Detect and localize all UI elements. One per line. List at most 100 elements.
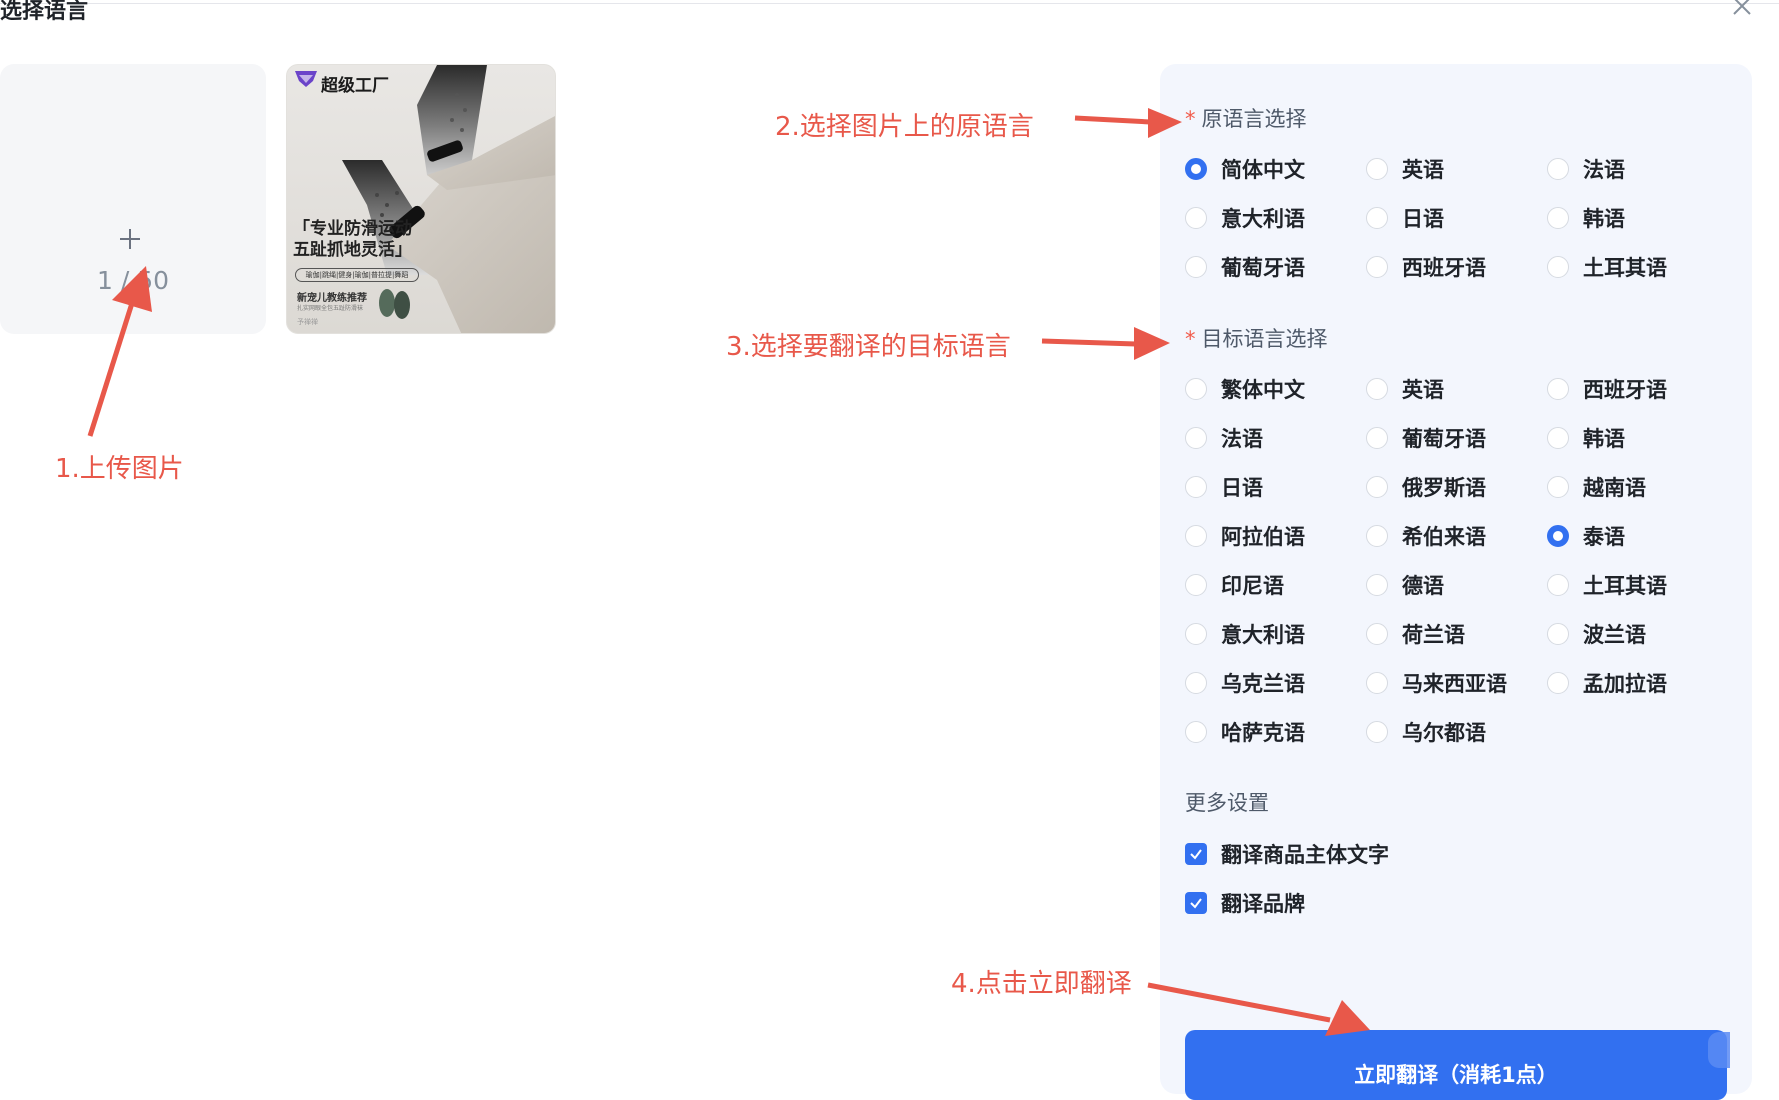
radio-button[interactable]: [1547, 256, 1569, 278]
target-language-option[interactable]: 荷兰语: [1366, 620, 1465, 648]
checkmark-icon: [1190, 898, 1202, 909]
radio-label: 泰语: [1583, 525, 1625, 549]
radio-label: 西班牙语: [1583, 378, 1667, 402]
radio-label: 意大利语: [1221, 207, 1305, 231]
radio-label: 简体中文: [1221, 158, 1305, 182]
radio-button[interactable]: [1547, 427, 1569, 449]
source-language-option[interactable]: 简体中文: [1185, 155, 1305, 183]
radio-button[interactable]: [1185, 256, 1207, 278]
radio-button[interactable]: [1547, 158, 1569, 180]
target-language-option[interactable]: 韩语: [1547, 424, 1625, 452]
source-language-option[interactable]: 法语: [1547, 155, 1625, 183]
radio-button[interactable]: [1547, 378, 1569, 400]
target-language-option[interactable]: 英语: [1366, 375, 1444, 403]
radio-button[interactable]: [1185, 378, 1207, 400]
target-language-option[interactable]: 泰语: [1547, 522, 1625, 550]
radio-label: 日语: [1221, 476, 1263, 500]
arrow-step3: [1041, 327, 1170, 360]
checkbox[interactable]: [1185, 843, 1207, 865]
checkbox-label: 翻译品牌: [1221, 892, 1305, 916]
radio-button[interactable]: [1366, 721, 1388, 743]
source-language-title: * 原语言选择: [1185, 103, 1307, 133]
radio-label: 马来西亚语: [1402, 672, 1507, 696]
radio-button[interactable]: [1366, 207, 1388, 229]
radio-button[interactable]: [1547, 476, 1569, 498]
floating-help-tab[interactable]: [1708, 1032, 1730, 1068]
annotation-step2: 2.选择图片上的原语言: [775, 112, 1034, 142]
radio-button[interactable]: [1547, 672, 1569, 694]
radio-button[interactable]: [1366, 158, 1388, 180]
radio-button[interactable]: [1185, 623, 1207, 645]
radio-label: 乌克兰语: [1221, 672, 1305, 696]
translate-now-button[interactable]: 立即翻译（消耗1点）: [1185, 1030, 1727, 1100]
radio-label: 法语: [1583, 158, 1625, 182]
radio-button[interactable]: [1366, 672, 1388, 694]
target-language-option[interactable]: 波兰语: [1547, 620, 1646, 648]
more-settings-checkbox[interactable]: 翻译品牌: [1185, 889, 1305, 917]
source-language-option[interactable]: 西班牙语: [1366, 253, 1486, 281]
target-language-option[interactable]: 越南语: [1547, 473, 1646, 501]
upload-image-button[interactable]: 1 / 50: [0, 64, 266, 334]
radio-button[interactable]: [1366, 525, 1388, 547]
radio-button[interactable]: [1547, 207, 1569, 229]
radio-button[interactable]: [1185, 672, 1207, 694]
required-mark: *: [1185, 327, 1196, 351]
target-language-option[interactable]: 印尼语: [1185, 571, 1284, 599]
target-language-option[interactable]: 日语: [1185, 473, 1263, 501]
target-language-option[interactable]: 繁体中文: [1185, 375, 1305, 403]
radio-button[interactable]: [1547, 574, 1569, 596]
radio-button[interactable]: [1366, 378, 1388, 400]
radio-label: 法语: [1221, 427, 1263, 451]
radio-button[interactable]: [1185, 721, 1207, 743]
radio-label: 孟加拉语: [1583, 672, 1667, 696]
radio-button[interactable]: [1366, 623, 1388, 645]
radio-button[interactable]: [1185, 525, 1207, 547]
target-language-option[interactable]: 法语: [1185, 424, 1263, 452]
radio-button[interactable]: [1185, 158, 1207, 180]
source-language-option[interactable]: 日语: [1366, 204, 1444, 232]
radio-button[interactable]: [1547, 525, 1569, 547]
plus-icon: [120, 229, 140, 249]
target-language-title: * 目标语言选择: [1185, 323, 1328, 353]
radio-label: 哈萨克语: [1221, 721, 1305, 745]
more-settings-checkbox[interactable]: 翻译商品主体文字: [1185, 840, 1389, 868]
target-language-option[interactable]: 俄罗斯语: [1366, 473, 1486, 501]
target-language-option[interactable]: 哈萨克语: [1185, 718, 1305, 746]
radio-button[interactable]: [1366, 427, 1388, 449]
dialog-title: 选择语言: [0, 0, 89, 24]
source-language-option[interactable]: 葡萄牙语: [1185, 253, 1305, 281]
radio-button[interactable]: [1185, 427, 1207, 449]
target-language-option[interactable]: 希伯来语: [1366, 522, 1486, 550]
radio-label: 乌尔都语: [1402, 721, 1486, 745]
radio-label: 土耳其语: [1583, 574, 1667, 598]
target-language-option[interactable]: 西班牙语: [1547, 375, 1667, 403]
thumbnail-heading-line1: 「专业防滑运动: [293, 219, 412, 239]
radio-button[interactable]: [1366, 574, 1388, 596]
radio-button[interactable]: [1547, 623, 1569, 645]
target-language-option[interactable]: 葡萄牙语: [1366, 424, 1486, 452]
thumbnail-heading: 「专业防滑运动 五趾抓地灵活」: [293, 219, 433, 261]
source-language-option[interactable]: 土耳其语: [1547, 253, 1667, 281]
target-language-option[interactable]: 乌克兰语: [1185, 669, 1305, 697]
source-language-option[interactable]: 英语: [1366, 155, 1444, 183]
source-language-option[interactable]: 韩语: [1547, 204, 1625, 232]
source-language-option[interactable]: 意大利语: [1185, 204, 1305, 232]
close-button[interactable]: [1730, 0, 1754, 18]
target-language-option[interactable]: 土耳其语: [1547, 571, 1667, 599]
target-language-option[interactable]: 乌尔都语: [1366, 718, 1486, 746]
radio-button[interactable]: [1366, 256, 1388, 278]
target-language-option[interactable]: 阿拉伯语: [1185, 522, 1305, 550]
target-language-option[interactable]: 马来西亚语: [1366, 669, 1507, 697]
upload-count: 1 / 50: [96, 266, 170, 295]
radio-button[interactable]: [1366, 476, 1388, 498]
annotation-step1: 1.上传图片: [55, 454, 184, 484]
target-language-option[interactable]: 意大利语: [1185, 620, 1305, 648]
annotation-step3: 3.选择要翻译的目标语言: [726, 332, 1011, 362]
radio-button[interactable]: [1185, 574, 1207, 596]
radio-button[interactable]: [1185, 207, 1207, 229]
checkbox[interactable]: [1185, 892, 1207, 914]
target-language-option[interactable]: 德语: [1366, 571, 1444, 599]
target-language-option[interactable]: 孟加拉语: [1547, 669, 1667, 697]
uploaded-image-thumbnail[interactable]: 超级工厂 「专业防滑运动 五趾抓地灵活」 瑜伽|跳绳|健身|瑜伽|普拉提|舞蹈 …: [286, 64, 556, 334]
radio-button[interactable]: [1185, 476, 1207, 498]
